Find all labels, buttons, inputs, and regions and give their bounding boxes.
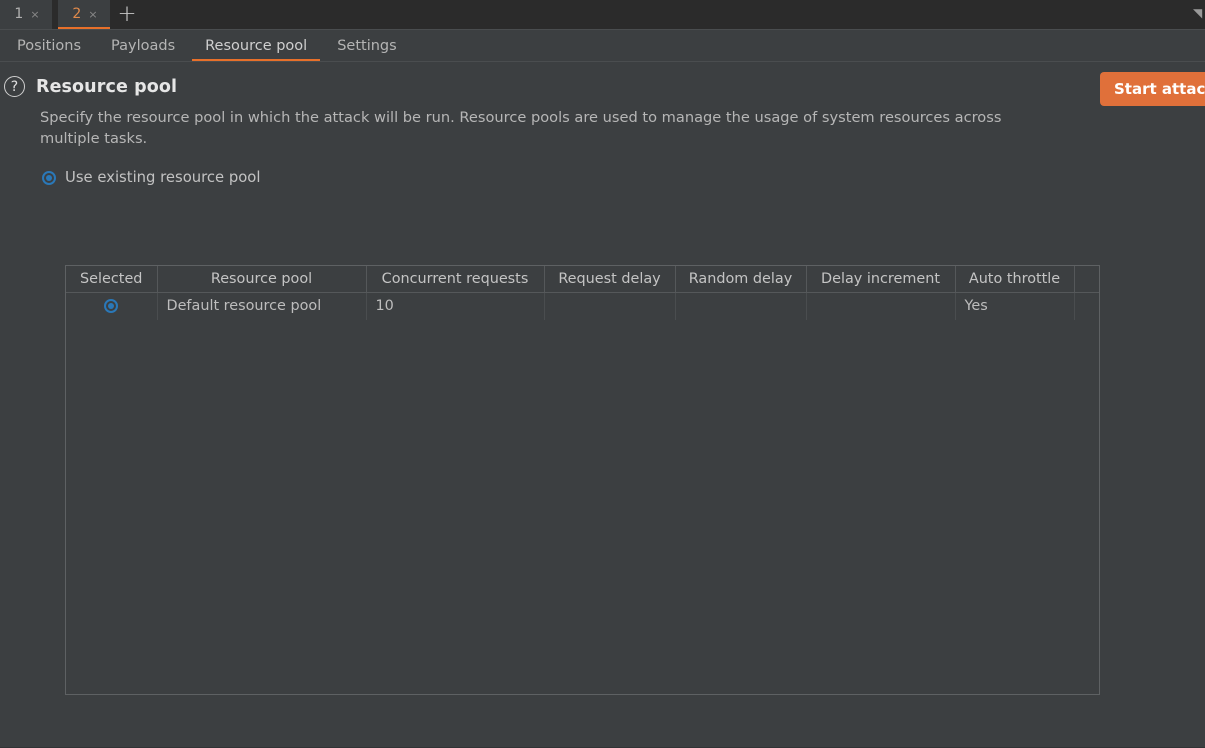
tab-positions-label: Positions [17, 37, 82, 54]
radio-use-existing-pool[interactable]: Use existing resource pool [42, 169, 1205, 186]
radio-indicator[interactable] [42, 170, 56, 185]
page-title: Resource pool [36, 76, 178, 97]
tab-strip-spacer [144, 0, 1205, 29]
tab-positions[interactable]: Positions [2, 30, 96, 61]
cell-auto-throttle: Yes [955, 292, 1075, 320]
start-attack-button[interactable]: Start attack [1100, 72, 1205, 106]
column-header-delay-increment[interactable]: Delay increment [806, 266, 956, 293]
tab-resource-pool[interactable]: Resource pool [190, 30, 322, 61]
column-header-random-delay[interactable]: Random delay [675, 266, 807, 293]
window-tab-strip: 1 × 2 × + ◥ [0, 0, 1205, 30]
help-icon[interactable]: ? [4, 76, 25, 97]
window-tab-1-label: 1 [14, 6, 24, 22]
cell-request-delay [544, 292, 676, 320]
cell-selected[interactable] [66, 292, 158, 320]
column-header-selected[interactable]: Selected [66, 266, 158, 293]
column-header-resource-pool[interactable]: Resource pool [157, 266, 367, 293]
window-tab-2[interactable]: 2 × [58, 0, 110, 29]
radio-use-existing-pool-label: Use existing resource pool [65, 169, 261, 187]
column-header-spacer [1074, 266, 1099, 293]
page-description: Specify the resource pool in which the a… [40, 109, 1002, 148]
table-row[interactable]: Default resource pool 10 Yes [66, 292, 1099, 320]
tab-settings-label: Settings [337, 37, 397, 54]
page-header: ? Resource pool [0, 62, 1205, 97]
resource-pool-panel: ? Resource pool Specify the resource poo… [0, 62, 1205, 747]
cell-resource-pool: Default resource pool [157, 292, 367, 320]
new-tab-button[interactable]: + [110, 0, 144, 29]
column-header-concurrent-requests[interactable]: Concurrent requests [366, 266, 545, 293]
close-icon[interactable]: × [88, 9, 97, 20]
tab-payloads[interactable]: Payloads [96, 30, 190, 61]
cell-spacer [1074, 292, 1099, 320]
column-header-auto-throttle[interactable]: Auto throttle [955, 266, 1075, 293]
close-icon[interactable]: × [30, 9, 39, 20]
tab-resource-pool-label: Resource pool [205, 37, 308, 54]
tab-settings[interactable]: Settings [322, 30, 411, 61]
cell-concurrent-requests: 10 [366, 292, 545, 320]
cell-delay-increment [806, 292, 956, 320]
tab-payloads-label: Payloads [111, 37, 176, 54]
window-tab-1[interactable]: 1 × [0, 0, 52, 29]
chevron-up-icon[interactable]: ◥ [1193, 6, 1205, 20]
table-header-row: Selected Resource pool Concurrent reques… [66, 266, 1099, 293]
row-radio-indicator[interactable] [104, 299, 119, 314]
cell-random-delay [675, 292, 807, 320]
section-nav-bar: Positions Payloads Resource pool Setting… [0, 30, 1205, 62]
window-tab-2-label: 2 [72, 6, 82, 22]
column-header-request-delay[interactable]: Request delay [544, 266, 676, 293]
resource-pool-table[interactable]: Selected Resource pool Concurrent reques… [65, 265, 1100, 695]
